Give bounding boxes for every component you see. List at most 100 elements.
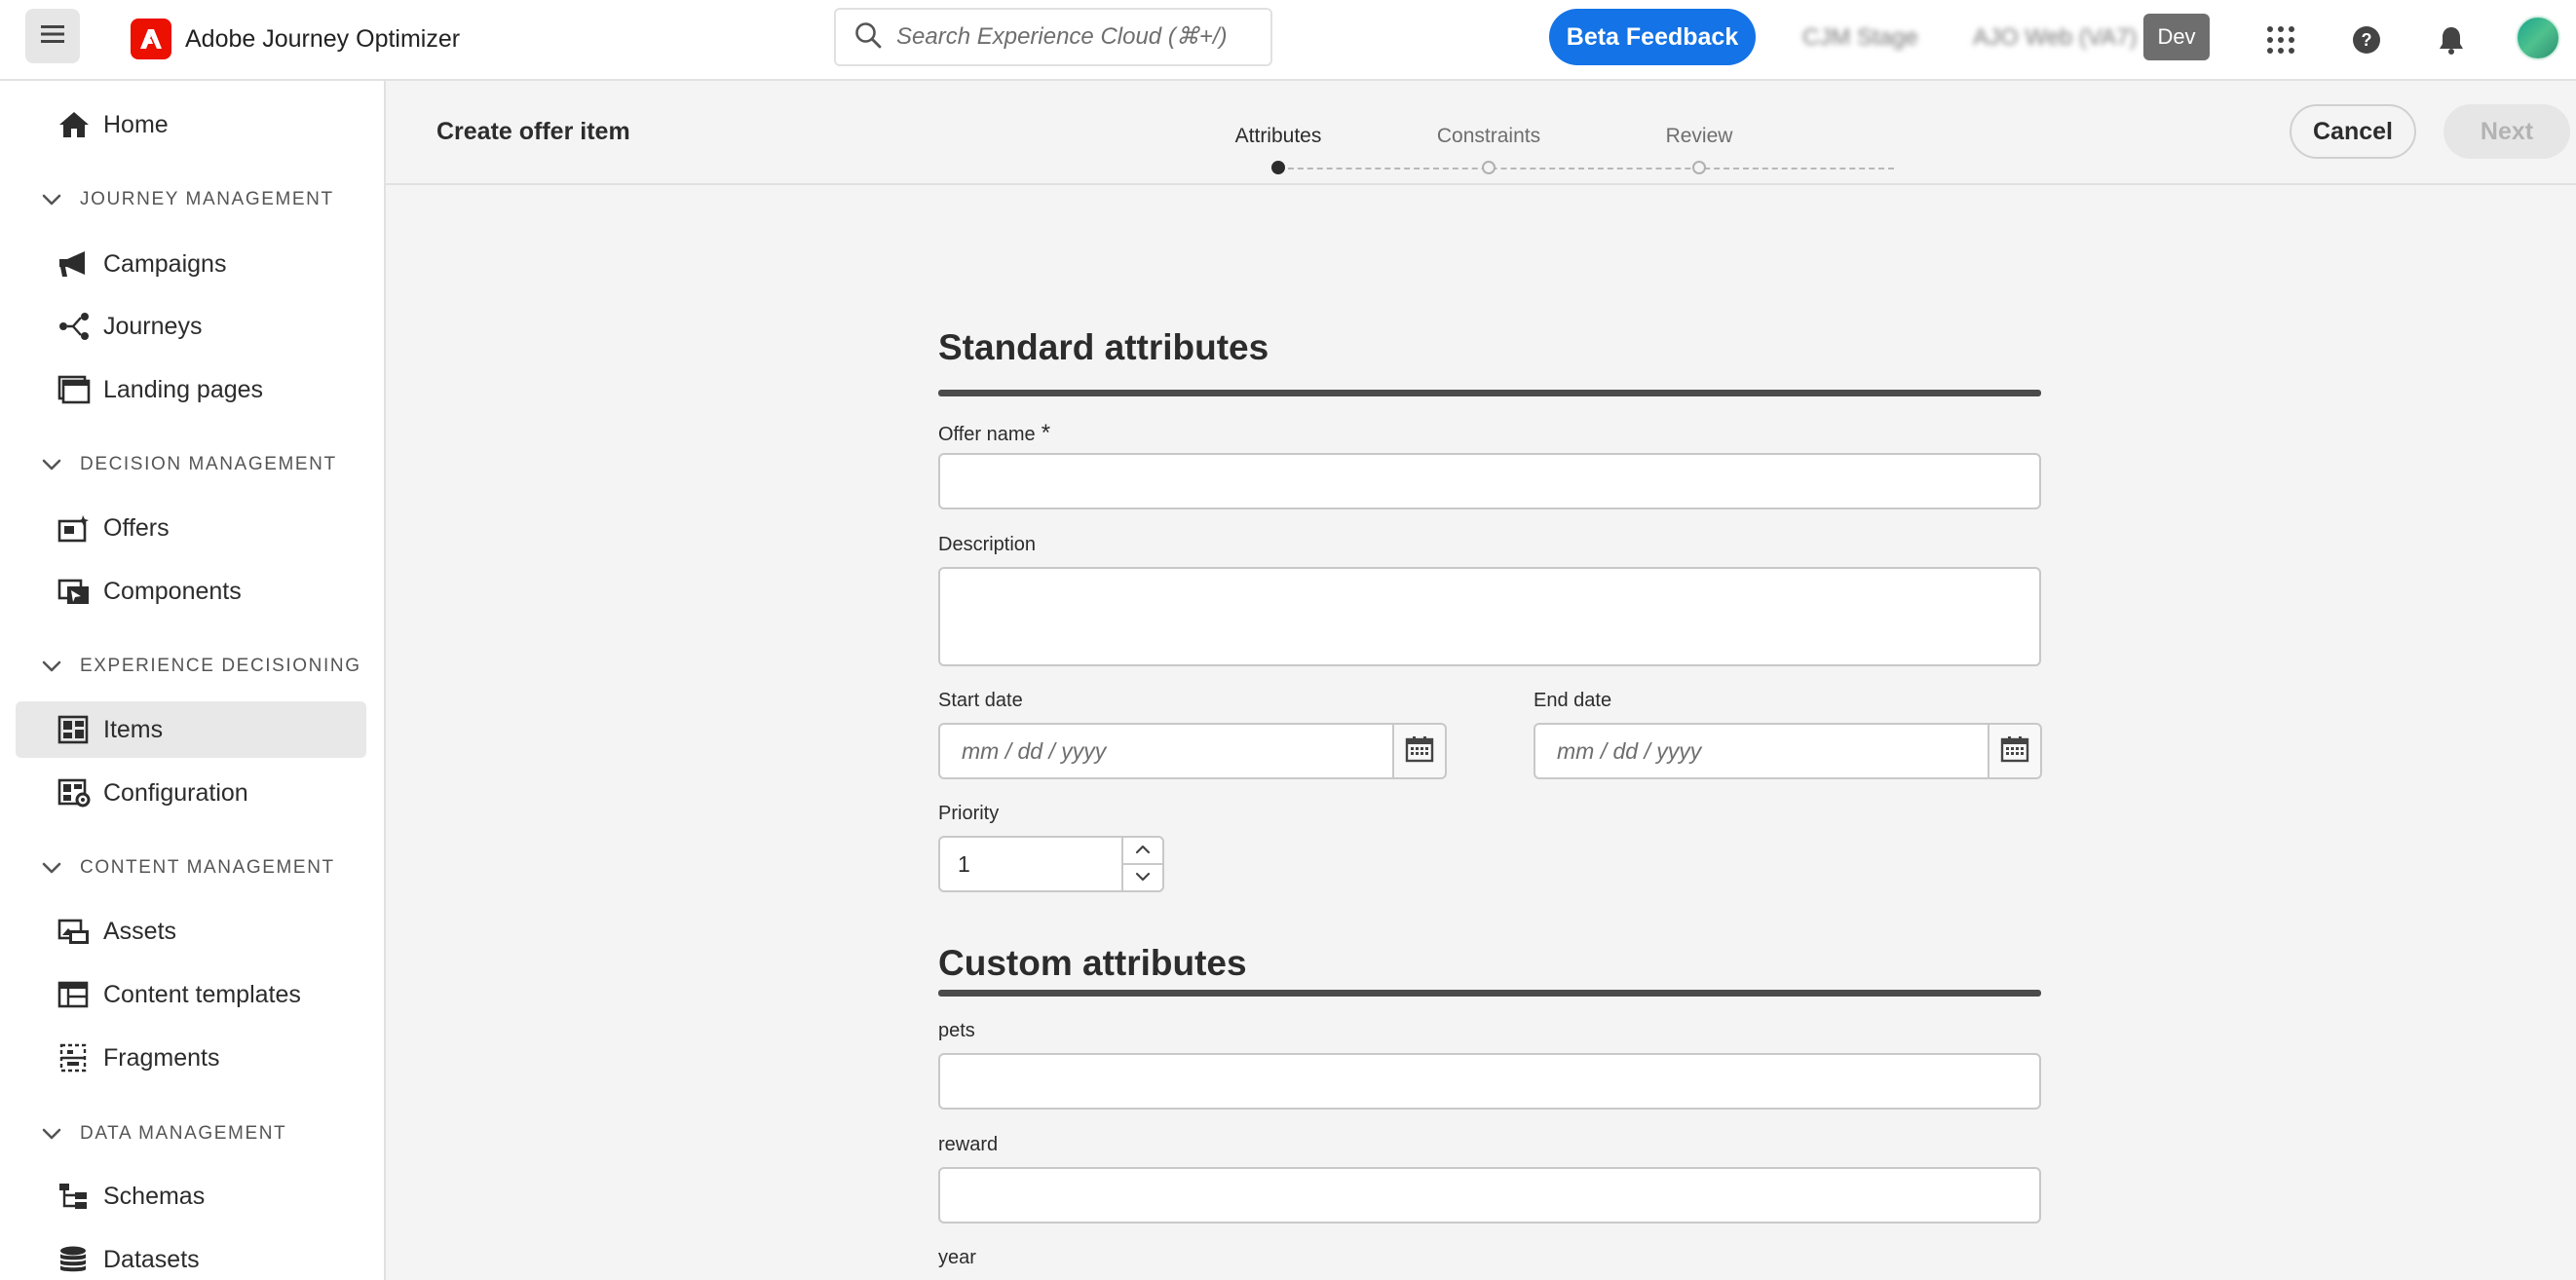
sidebar-item-journeys[interactable]: Journeys	[16, 298, 366, 355]
custom-attributes-heading: Custom attributes	[938, 943, 1247, 983]
offer-name-field[interactable]	[938, 453, 2041, 509]
app-title[interactable]: Adobe Journey Optimizer	[185, 23, 460, 55]
offer-icon	[57, 510, 92, 546]
step-attributes[interactable]: Attributes	[1235, 125, 1322, 148]
bell-icon[interactable]	[2431, 19, 2472, 60]
step-dot-review	[1692, 161, 1706, 174]
search-box[interactable]	[834, 8, 1272, 66]
end-date-input[interactable]	[1557, 737, 1988, 765]
next-button[interactable]: Next	[2443, 104, 2570, 159]
megaphone-icon	[57, 246, 92, 282]
landing-page-icon	[57, 372, 92, 407]
priority-input-wrap[interactable]	[938, 836, 1121, 892]
adobe-logo-icon[interactable]	[131, 19, 171, 59]
chevron-down-icon	[39, 187, 64, 212]
end-date-input-wrap[interactable]	[1534, 723, 1988, 779]
section-experience-decisioning[interactable]: EXPERIENCE DECISIONING	[39, 654, 361, 679]
step-review[interactable]: Review	[1666, 125, 1733, 148]
fragment-icon	[57, 1040, 92, 1075]
end-date-calendar-button[interactable]	[1988, 723, 2042, 779]
assets-icon	[57, 914, 92, 949]
sidebar-item-items[interactable]: Items	[16, 701, 366, 758]
beta-feedback-button[interactable]: Beta Feedback	[1549, 9, 1756, 65]
sidebar-item-label: Campaigns	[103, 249, 227, 278]
svg-text:?: ?	[2362, 30, 2372, 50]
menu-icon	[41, 24, 64, 49]
sandbox-switcher[interactable]: AJO Web (VA7)	[1973, 24, 2138, 52]
schema-icon	[57, 1179, 92, 1214]
end-date-picker[interactable]	[1534, 723, 2042, 779]
chevron-down-icon	[39, 654, 64, 679]
sidebar-item-label: Configuration	[103, 778, 248, 807]
priority-decrement-button[interactable]	[1123, 863, 1162, 890]
section-label: CONTENT MANAGEMENT	[80, 857, 335, 878]
end-date-label: End date	[1534, 690, 1612, 711]
search-input[interactable]	[896, 23, 1257, 51]
start-date-input-wrap[interactable]	[938, 723, 1392, 779]
components-icon	[57, 574, 92, 609]
priority-stepper[interactable]	[938, 836, 1164, 892]
pets-field[interactable]	[938, 1053, 2041, 1110]
help-icon[interactable]: ?	[2346, 19, 2387, 60]
sidebar-item-label: Content templates	[103, 980, 301, 1008]
sidebar-item-fragments[interactable]: Fragments	[16, 1030, 366, 1086]
top-bar: Adobe Journey Optimizer Beta Feedback CJ…	[0, 0, 2576, 81]
sidebar-item-label: Schemas	[103, 1182, 206, 1210]
offer-name-label-text: Offer name	[938, 424, 1036, 445]
content-template-icon	[57, 977, 92, 1012]
section-content-management[interactable]: CONTENT MANAGEMENT	[39, 855, 335, 881]
priority-input[interactable]	[940, 850, 1121, 878]
offer-name-label: Offer name *	[938, 420, 1050, 447]
sidebar-item-offers[interactable]: Offers	[16, 500, 366, 556]
priority-increment-button[interactable]	[1123, 838, 1162, 863]
reward-input[interactable]	[940, 1169, 2039, 1222]
reward-field[interactable]	[938, 1167, 2041, 1224]
sidebar-item-home[interactable]: Home	[16, 96, 366, 153]
step-constraints[interactable]: Constraints	[1437, 125, 1540, 148]
priority-label: Priority	[938, 803, 1000, 824]
section-label: JOURNEY MANAGEMENT	[80, 189, 334, 209]
environment-badge: Dev	[2143, 14, 2210, 60]
start-date-picker[interactable]	[938, 723, 1447, 779]
sidebar-item-label: Fragments	[103, 1043, 220, 1072]
heading-divider	[938, 390, 2041, 396]
sidebar-item-content-templates[interactable]: Content templates	[16, 966, 366, 1023]
section-journey-management[interactable]: JOURNEY MANAGEMENT	[39, 187, 334, 212]
pets-input[interactable]	[940, 1055, 2039, 1108]
start-date-input[interactable]	[962, 737, 1392, 765]
offer-name-input[interactable]	[940, 455, 2039, 508]
description-input[interactable]	[940, 569, 2039, 664]
sidebar-item-schemas[interactable]: Schemas	[16, 1168, 366, 1224]
calendar-icon	[2000, 735, 2029, 768]
chevron-down-icon	[39, 452, 64, 477]
sidebar-item-components[interactable]: Components	[16, 563, 366, 620]
menu-button[interactable]	[25, 9, 80, 63]
section-label: DATA MANAGEMENT	[80, 1123, 287, 1144]
org-switcher[interactable]: CJM Stage	[1802, 24, 1918, 52]
search-icon	[853, 20, 883, 55]
description-field[interactable]	[938, 567, 2041, 666]
sidebar-item-landing-pages[interactable]: Landing pages	[16, 361, 366, 418]
step-dot-attributes	[1271, 161, 1285, 174]
sidebar-item-label: Landing pages	[103, 375, 264, 403]
start-date-calendar-button[interactable]	[1392, 723, 1447, 779]
section-decision-management[interactable]: DECISION MANAGEMENT	[39, 452, 337, 477]
step-dot-constraints	[1482, 161, 1496, 174]
chevron-down-icon	[1135, 869, 1151, 886]
main-content: Create offer item Attributes Constraints…	[386, 81, 2576, 1280]
cancel-button[interactable]: Cancel	[2290, 104, 2416, 159]
apps-grid-icon[interactable]	[2260, 19, 2301, 60]
dataset-icon	[57, 1242, 92, 1277]
chevron-up-icon	[1135, 842, 1151, 859]
description-label: Description	[938, 534, 1037, 555]
sidebar-item-assets[interactable]: Assets	[16, 903, 366, 960]
journey-icon	[57, 309, 92, 344]
configuration-icon	[57, 775, 92, 810]
sidebar-item-label: Datasets	[103, 1245, 200, 1273]
year-label: year	[938, 1247, 976, 1268]
sidebar-item-datasets[interactable]: Datasets	[16, 1231, 366, 1280]
sidebar-item-configuration[interactable]: Configuration	[16, 765, 366, 821]
avatar[interactable]	[2516, 16, 2560, 60]
section-data-management[interactable]: DATA MANAGEMENT	[39, 1121, 286, 1147]
sidebar-item-campaigns[interactable]: Campaigns	[16, 236, 366, 292]
